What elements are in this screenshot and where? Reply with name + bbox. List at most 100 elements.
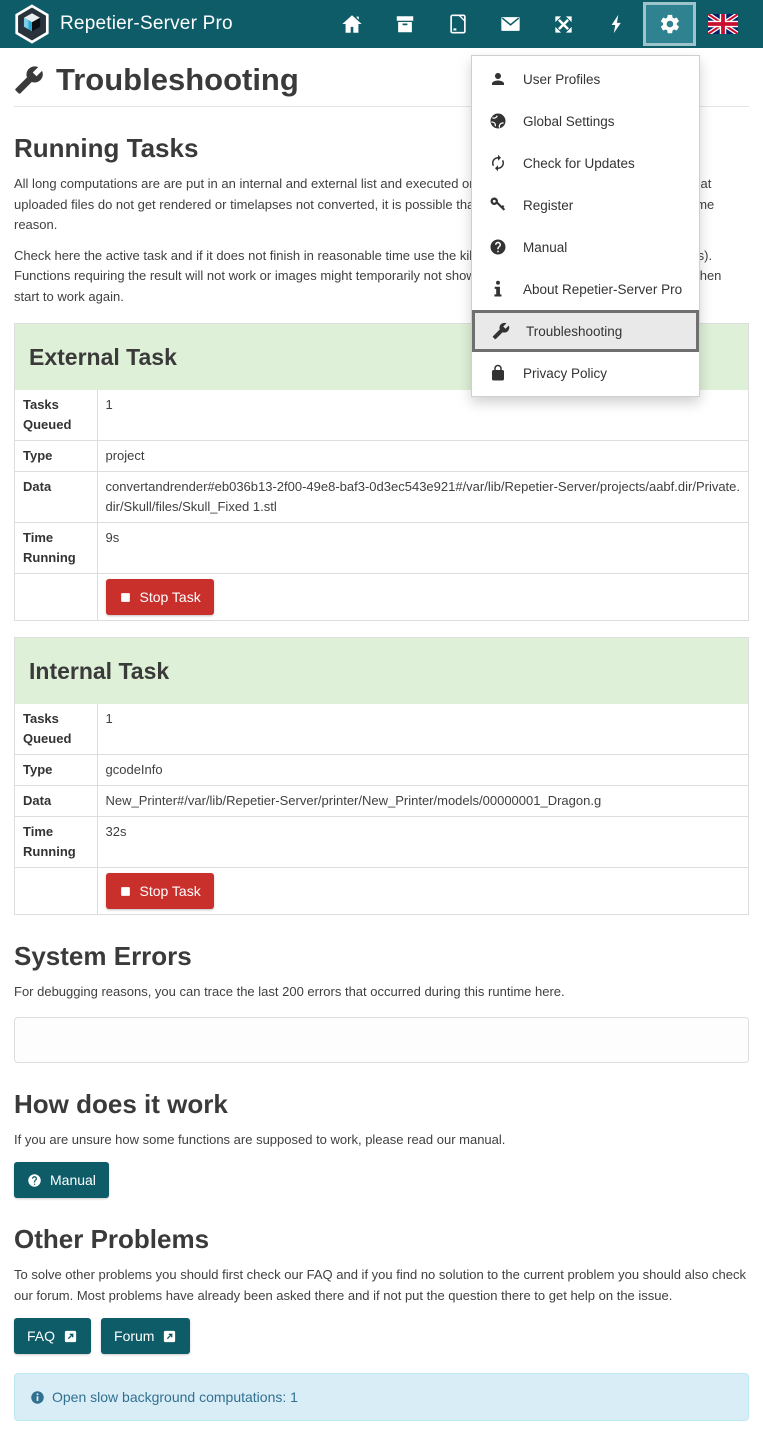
internal-task-header: Internal Task	[15, 638, 748, 704]
home-icon	[341, 13, 363, 35]
row-label: Data	[15, 786, 97, 817]
menu-item-label: Global Settings	[523, 114, 615, 129]
question-circle-icon	[487, 238, 509, 256]
external-link-icon	[162, 1329, 177, 1344]
lock-icon	[487, 364, 509, 382]
top-navbar: Repetier-Server Pro	[0, 0, 763, 48]
menu-item-user-profiles[interactable]: User Profiles	[472, 58, 699, 100]
menu-item-label: Check for Updates	[523, 156, 635, 171]
settings-dropdown-menu: User Profiles Global Settings Check for …	[471, 55, 700, 397]
system-errors-list	[14, 1017, 749, 1063]
globe-icon	[487, 112, 509, 130]
settings-gear-button[interactable]	[643, 2, 696, 46]
internal-task-table: Tasks Queued 1 Type gcodeInfo Data New_P…	[15, 704, 748, 914]
row-value: New_Printer#/var/lib/Repetier-Server/pri…	[97, 786, 748, 817]
repetier-logo-icon	[14, 4, 50, 44]
brand-title: Repetier-Server Pro	[60, 13, 233, 35]
sync-icon	[487, 154, 509, 172]
gear-icon	[659, 13, 681, 35]
row-value: gcodeInfo	[97, 755, 748, 786]
expand-arrows-icon	[552, 13, 575, 36]
manual-button-label: Manual	[50, 1171, 96, 1189]
stop-button-label: Stop Task	[140, 588, 201, 606]
table-row: Data New_Printer#/var/lib/Repetier-Serve…	[15, 786, 748, 817]
external-link-icon	[63, 1329, 78, 1344]
forum-button-label: Forum	[114, 1327, 154, 1345]
help-links-group: FAQ Forum	[14, 1318, 749, 1354]
archive-box-icon	[394, 13, 416, 35]
faq-button-label: FAQ	[27, 1327, 55, 1345]
forum-button[interactable]: Forum	[101, 1318, 190, 1354]
stop-button-label: Stop Task	[140, 882, 201, 900]
manual-button[interactable]: Manual	[14, 1162, 109, 1198]
row-label: Tasks Queued	[15, 390, 97, 441]
info-icon	[487, 280, 509, 298]
table-row: Tasks Queued 1	[15, 704, 748, 755]
mail-icon	[499, 13, 522, 35]
internal-task-title: Internal Task	[29, 658, 734, 685]
wrench-title-icon	[14, 65, 44, 95]
table-row: Type gcodeInfo	[15, 755, 748, 786]
stop-external-task-button[interactable]: Stop Task	[106, 579, 214, 615]
stop-internal-task-button[interactable]: Stop Task	[106, 873, 214, 909]
table-row: Time Running 32s	[15, 817, 748, 868]
row-label: Time Running	[15, 523, 97, 574]
system-errors-paragraph: For debugging reasons, you can trace the…	[14, 982, 749, 1003]
row-label: Time Running	[15, 817, 97, 868]
info-circle-icon	[30, 1390, 45, 1405]
other-problems-paragraph: To solve other problems you should first…	[14, 1265, 749, 1306]
menu-item-privacy-policy[interactable]: Privacy Policy	[472, 352, 699, 394]
how-it-works-heading: How does it work	[14, 1089, 749, 1120]
menu-item-manual[interactable]: Manual	[472, 226, 699, 268]
alert-text: Open slow background computations: 1	[52, 1389, 298, 1405]
table-row: Stop Task	[15, 574, 748, 621]
brand[interactable]: Repetier-Server Pro	[14, 4, 233, 44]
menu-item-label: User Profiles	[523, 72, 600, 87]
table-row: Data convertandrender#eb036b13-2f00-49e8…	[15, 472, 748, 523]
other-problems-heading: Other Problems	[14, 1224, 749, 1255]
system-errors-heading: System Errors	[14, 941, 749, 972]
fullscreen-button[interactable]	[537, 0, 590, 48]
navbar-actions	[325, 0, 749, 48]
home-button[interactable]	[325, 0, 378, 48]
how-it-works-paragraph: If you are unsure how some functions are…	[14, 1130, 749, 1151]
user-icon	[487, 70, 509, 88]
language-flag-button[interactable]	[696, 0, 749, 48]
menu-item-register[interactable]: Register	[472, 184, 699, 226]
row-value: 32s	[97, 817, 748, 868]
touchscreen-button[interactable]	[431, 0, 484, 48]
faq-button[interactable]: FAQ	[14, 1318, 91, 1354]
table-row: Time Running 9s	[15, 523, 748, 574]
menu-item-global-settings[interactable]: Global Settings	[472, 100, 699, 142]
uk-flag-icon	[708, 14, 738, 34]
menu-item-about[interactable]: About Repetier-Server Pro	[472, 268, 699, 310]
power-actions-button[interactable]	[590, 0, 643, 48]
row-value: convertandrender#eb036b13-2f00-49e8-baf3…	[97, 472, 748, 523]
table-row: Tasks Queued 1	[15, 390, 748, 441]
manual-button-group: Manual	[14, 1162, 749, 1198]
key-icon	[487, 196, 509, 214]
stop-icon	[119, 591, 132, 604]
menu-item-label: Troubleshooting	[526, 324, 622, 339]
messages-button[interactable]	[484, 0, 537, 48]
internal-task-panel: Internal Task Tasks Queued 1 Type gcodeI…	[14, 637, 749, 915]
menu-item-label: About Repetier-Server Pro	[523, 282, 682, 297]
wrench-icon	[490, 322, 512, 340]
table-row: Stop Task	[15, 868, 748, 915]
page-title-text: Troubleshooting	[56, 62, 299, 98]
menu-item-label: Privacy Policy	[523, 366, 607, 381]
stop-icon	[119, 885, 132, 898]
bolt-icon	[607, 12, 627, 36]
row-value: project	[97, 441, 748, 472]
menu-item-troubleshooting[interactable]: Troubleshooting	[472, 310, 699, 352]
menu-item-label: Manual	[523, 240, 567, 255]
tablet-icon	[447, 13, 469, 35]
row-label: Type	[15, 755, 97, 786]
printer-queue-button[interactable]	[378, 0, 431, 48]
menu-item-check-updates[interactable]: Check for Updates	[472, 142, 699, 184]
row-label: Data	[15, 472, 97, 523]
row-value: 9s	[97, 523, 748, 574]
menu-item-label: Register	[523, 198, 573, 213]
row-value: 1	[97, 390, 748, 441]
row-label: Type	[15, 441, 97, 472]
